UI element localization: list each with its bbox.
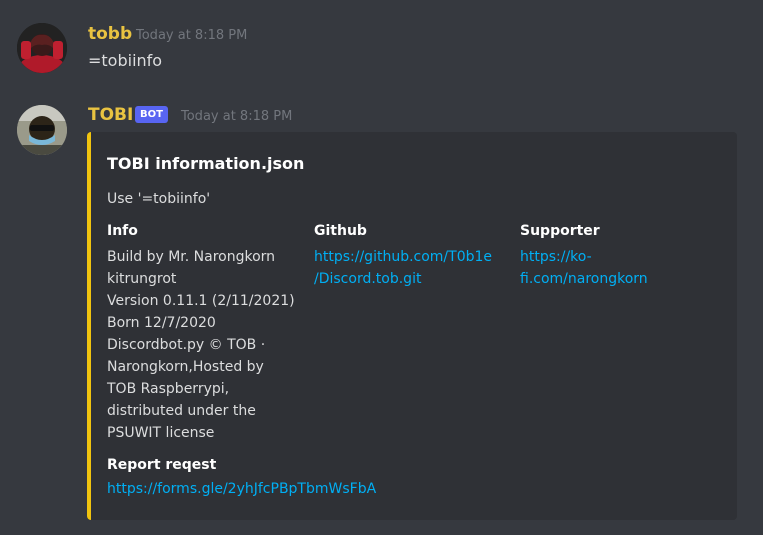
field-report-name: Report reqest — [107, 457, 217, 473]
field-info-value: Build by Mr. Narongkorn kitrungrot Versi… — [107, 249, 295, 441]
supporter-link[interactable]: https://ko- fi.com/narongkorn — [520, 246, 720, 290]
bot-badge: BOT — [135, 106, 168, 123]
field-supporter-name: Supporter — [520, 223, 600, 239]
username-tobi[interactable]: TOBI — [88, 105, 133, 125]
embed-title: TOBI information.json — [107, 154, 305, 173]
avatar-tobi-image — [17, 105, 67, 155]
avatar-tobb-image — [17, 23, 67, 73]
timestamp: Today at 8:18 PM — [136, 28, 248, 43]
avatar-tobi[interactable] — [17, 105, 67, 155]
message-1: tobb Today at 8:18 PM =tobiinfo — [0, 0, 763, 90]
avatar-tobb[interactable] — [17, 23, 67, 73]
message-content: =tobiinfo — [88, 51, 163, 70]
github-link[interactable]: https://github.com/T0b1e /Discord.tob.gi… — [314, 246, 514, 290]
report-link[interactable]: https://forms.gle/2yhJfcPBpTbmWsFbA — [107, 478, 707, 500]
field-github-name: Github — [314, 223, 367, 239]
embed: TOBI information.json Use '=tobiinfo' In… — [87, 132, 737, 520]
username-tobb[interactable]: tobb — [88, 24, 132, 44]
embed-description: Use '=tobiinfo' — [107, 191, 211, 207]
timestamp: Today at 8:18 PM — [181, 109, 293, 124]
field-info-name: Info — [107, 223, 138, 239]
